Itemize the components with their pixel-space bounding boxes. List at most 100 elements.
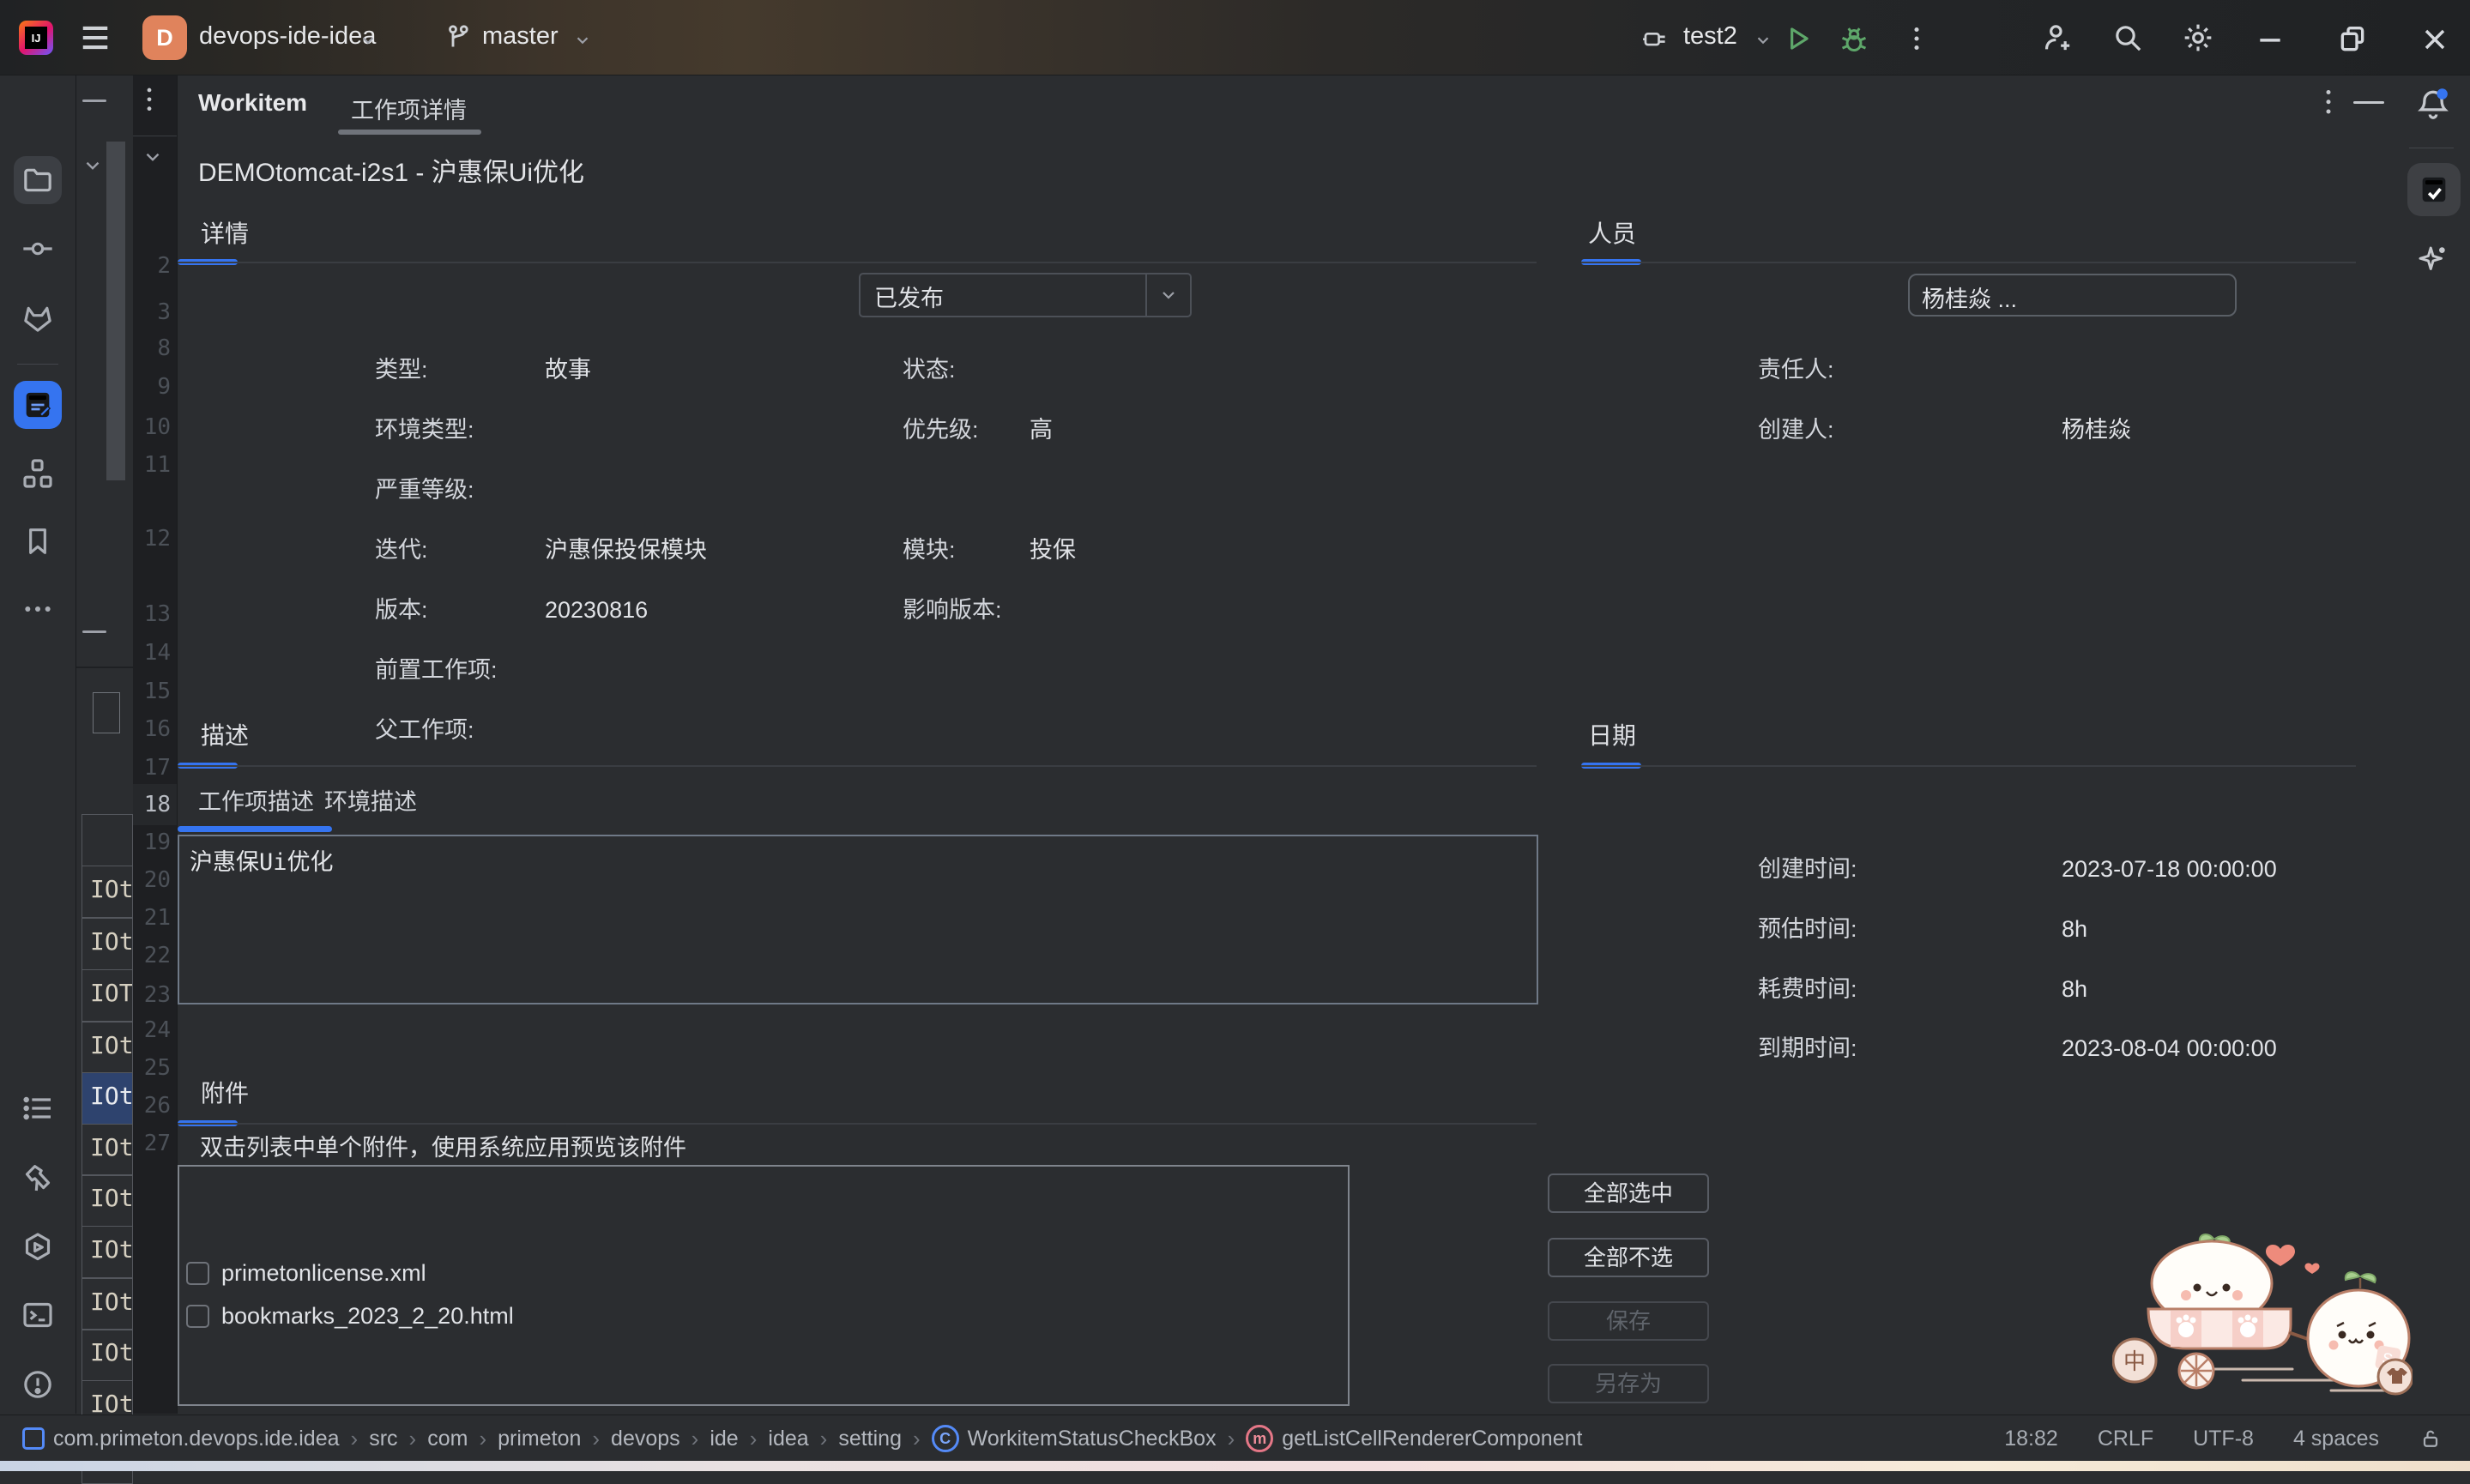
attachments-hint: 双击列表中单个附件，使用系统应用预览该附件 <box>200 1129 686 1162</box>
workitem-title: DEMOtomcat-i2s1 - 沪惠保Ui优化 <box>198 151 584 189</box>
minimize-button[interactable] <box>2253 22 2287 57</box>
chevron-down-icon[interactable] <box>1145 274 1190 316</box>
line-number: 3 <box>133 298 171 327</box>
sidebar-item-bookmarks[interactable] <box>21 524 55 558</box>
add-user-icon[interactable] <box>2040 21 2074 55</box>
line-ending-widget[interactable]: CRLF <box>2098 1427 2153 1451</box>
fold-chevron-icon[interactable] <box>142 146 164 168</box>
indent-widget[interactable]: 4 spaces <box>2293 1427 2379 1451</box>
line-number: 15 <box>133 677 171 706</box>
breadcrumb-item[interactable]: setting › <box>838 1426 931 1452</box>
line-number: 19 <box>133 828 171 857</box>
search-icon[interactable] <box>2111 21 2145 55</box>
sidebar-item-structure[interactable] <box>21 456 55 491</box>
hide-panel-button[interactable] <box>2353 101 2384 104</box>
attachment-row[interactable]: bookmarks_2023_2_20.html <box>186 1297 514 1335</box>
intellij-logo-icon: IJ <box>19 21 53 55</box>
sidebar-item-todo[interactable] <box>21 1091 55 1125</box>
status-select[interactable]: 已发布 <box>859 273 1192 317</box>
more-actions-icon[interactable] <box>1901 22 1932 55</box>
sidebar-item-gitlab[interactable] <box>21 301 55 335</box>
tab-workitem-detail[interactable]: 工作项详情 <box>351 92 467 125</box>
caret-position-widget[interactable]: 18:82 <box>2004 1427 2058 1451</box>
run-config-selector[interactable]: test2 <box>1683 22 1737 51</box>
breadcrumb-item[interactable]: com.primeton.devops.ide.idea › <box>22 1426 369 1452</box>
select-all-button[interactable]: 全部选中 <box>1548 1173 1709 1213</box>
breadcrumb-item[interactable]: idea › <box>768 1426 838 1452</box>
breadcrumb-item[interactable]: C WorkitemStatusCheckBox › <box>932 1425 1247 1452</box>
tab-underline <box>338 130 481 135</box>
breadcrumb-label: com.primeton.devops.ide.idea <box>53 1427 340 1451</box>
run-button[interactable] <box>1781 22 1814 55</box>
table-row[interactable]: IOt <box>82 1174 133 1227</box>
breadcrumb-label: idea <box>768 1427 808 1451</box>
breadcrumb-label: devops <box>611 1427 680 1451</box>
breadcrumb-icon: C <box>932 1425 959 1452</box>
tab-workitem-description[interactable]: 工作项描述 <box>198 783 314 817</box>
breadcrumb-item[interactable]: devops › <box>611 1426 710 1452</box>
sidebar-item-build[interactable] <box>21 1161 55 1195</box>
description-textarea[interactable]: 沪惠保Ui优化 <box>178 835 1538 1004</box>
attachment-checkbox[interactable] <box>186 1305 209 1328</box>
encoding-widget[interactable]: UTF-8 <box>2193 1427 2254 1451</box>
line-number: 17 <box>133 753 171 782</box>
hamburger-menu-icon[interactable] <box>79 24 112 51</box>
sidebar-item-more[interactable] <box>21 592 55 626</box>
breadcrumb-item[interactable]: ide › <box>710 1426 768 1452</box>
sidebar-item-commit[interactable] <box>21 232 55 266</box>
sidebar-item-services[interactable] <box>21 1230 55 1264</box>
scrollbar-thumb[interactable] <box>106 142 125 480</box>
panel-drag-handle[interactable] <box>82 100 106 102</box>
line-number: 24 <box>133 1016 171 1045</box>
table-row[interactable]: IOt <box>82 918 133 970</box>
unlock-icon[interactable] <box>2419 1427 2443 1451</box>
field-label: 优先级: <box>903 414 979 445</box>
notifications-bell-icon[interactable] <box>2414 86 2452 124</box>
field-value: 杨桂焱 <box>2062 414 2131 445</box>
chevron-down-icon[interactable] <box>82 154 104 177</box>
sidebar-item-project[interactable] <box>21 163 55 197</box>
project-selector[interactable]: devops-ide-idea <box>199 22 376 51</box>
section-details-header: 详情 <box>201 215 249 250</box>
save-button: 保存 <box>1548 1301 1709 1341</box>
owner-input[interactable]: 杨桂焱 ... <box>1908 274 2237 317</box>
desktop-background-strip <box>0 1461 2470 1471</box>
tool-window-title: Workitem <box>198 89 307 117</box>
panel-options-icon[interactable] <box>2316 86 2341 120</box>
breadcrumb-item[interactable]: com › <box>427 1426 498 1452</box>
breadcrumb-label: getListCellRendererComponent <box>1282 1427 1582 1451</box>
table-row[interactable]: IOt <box>82 1226 133 1278</box>
ai-assistant-sparkle-icon[interactable] <box>2414 242 2450 278</box>
table-row[interactable]: IOt <box>82 1022 133 1074</box>
table-row[interactable]: IOt <box>82 1329 133 1381</box>
attachment-row[interactable]: primetonlicense.xml <box>186 1254 426 1292</box>
settings-gear-icon[interactable] <box>2181 21 2215 55</box>
svg-text:中: 中 <box>2123 1348 2146 1374</box>
tab-env-description[interactable]: 环境描述 <box>324 783 417 817</box>
table-row[interactable] <box>82 814 133 866</box>
table-row[interactable]: IOt <box>82 866 133 918</box>
sidebar-item-terminal[interactable] <box>21 1298 55 1332</box>
close-button[interactable] <box>2418 22 2452 57</box>
table-row[interactable]: IOt <box>82 1278 133 1330</box>
table-row[interactable]: IOt <box>82 1124 133 1176</box>
field-value: 2023-08-04 00:00:00 <box>2062 1033 2277 1064</box>
debug-button[interactable] <box>1838 22 1870 55</box>
panel-drag-handle[interactable] <box>82 630 106 633</box>
gutter-options-icon[interactable] <box>138 82 160 120</box>
field-label: 预估时间: <box>1758 914 1857 944</box>
restore-button[interactable] <box>2335 22 2370 57</box>
field-value: 沪惠保投保模块 <box>545 534 707 565</box>
breadcrumb-item[interactable]: primeton › <box>498 1426 611 1452</box>
breadcrumb-item[interactable]: m getListCellRendererComponent › <box>1246 1425 1582 1452</box>
table-row[interactable]: IOt <box>82 1072 133 1125</box>
line-number: 25 <box>133 1053 171 1083</box>
select-none-button[interactable]: 全部不选 <box>1548 1238 1709 1277</box>
line-number: 22 <box>133 941 171 970</box>
breadcrumb-item[interactable]: src › <box>369 1426 427 1452</box>
branch-selector[interactable]: master <box>482 22 559 51</box>
sidebar-item-problems[interactable] <box>21 1367 55 1402</box>
rail-item-workitem-active[interactable] <box>2407 163 2461 216</box>
table-row[interactable]: IOT <box>82 969 133 1022</box>
attachment-checkbox[interactable] <box>186 1262 209 1285</box>
